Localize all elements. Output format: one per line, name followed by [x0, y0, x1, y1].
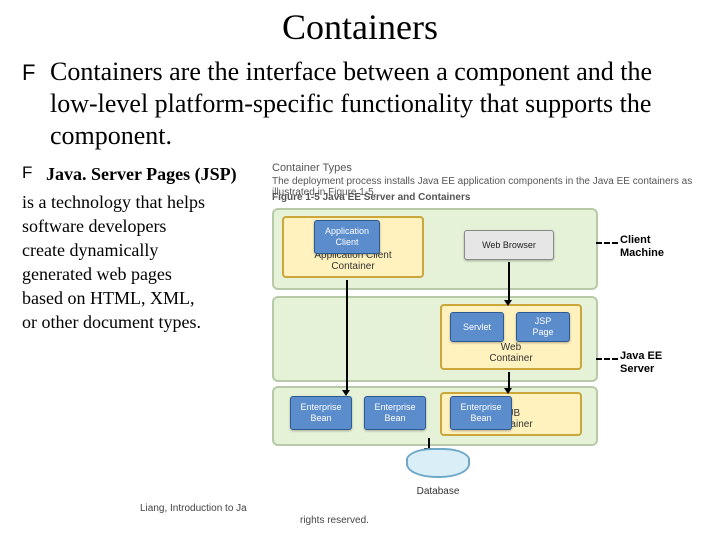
slide-title: Containers: [22, 6, 698, 48]
tile-enterprise-bean-2: EnterpriseBean: [364, 396, 426, 430]
label-jee-server: Java EEServer: [620, 350, 662, 376]
footer-left: Liang, Introduction to Ja: [140, 503, 247, 514]
leader-line-jee: [596, 358, 618, 360]
leader-line-client: [596, 242, 618, 244]
jsp-body-0: is a technology that helps: [22, 190, 258, 214]
tile-application-client: ApplicationClient: [314, 220, 380, 254]
database: Database: [398, 448, 478, 497]
container-web-label: WebContainer: [442, 342, 580, 364]
jsp-body-5: or other document types.: [22, 310, 258, 334]
lower-area: F Java. Server Pages (JSP) is a technolo…: [22, 162, 698, 462]
diagram-caption-title: Container Types: [272, 162, 352, 174]
arrowhead-icon: [504, 388, 512, 394]
jsp-lead-row: F Java. Server Pages (JSP): [22, 162, 258, 186]
tile-enterprise-bean-1: EnterpriseBean: [290, 396, 352, 430]
jsp-body-2: create dynamically: [22, 238, 258, 262]
jsp-lead: Java. Server Pages (JSP): [46, 162, 237, 186]
database-icon: [406, 448, 470, 472]
tile-jsp-page: JSPPage: [516, 312, 570, 342]
tile-enterprise-bean-3: EnterpriseBean: [450, 396, 512, 430]
label-client-machine: ClientMachine: [620, 234, 664, 260]
arrowhead-icon: [342, 390, 350, 396]
bullet-text: Containers are the interface between a c…: [50, 56, 698, 152]
sub-bullet-mark: F: [22, 162, 36, 184]
arrowhead-icon: [504, 300, 512, 306]
jsp-body-1: software developers: [22, 214, 258, 238]
tile-web-browser: Web Browser: [464, 230, 554, 260]
diagram-figure-number: Figure 1-5 Java EE Server and Containers: [272, 192, 470, 203]
diagram: Container Types The deployment process i…: [268, 162, 698, 462]
tile-servlet: Servlet: [450, 312, 504, 342]
slide: Containers F Containers are the interfac…: [0, 0, 720, 540]
jsp-body-3: generated web pages: [22, 262, 258, 286]
main-bullet: F Containers are the interface between a…: [22, 56, 698, 152]
database-label: Database: [398, 486, 478, 497]
bullet-mark: F: [22, 56, 38, 88]
jsp-column: F Java. Server Pages (JSP) is a technolo…: [22, 162, 258, 334]
footer-right: rights reserved.: [300, 515, 369, 526]
arrow-appclient-to-ejb: [346, 280, 348, 392]
arrow-browser-to-web: [508, 262, 510, 302]
jsp-body-4: based on HTML, XML,: [22, 286, 258, 310]
